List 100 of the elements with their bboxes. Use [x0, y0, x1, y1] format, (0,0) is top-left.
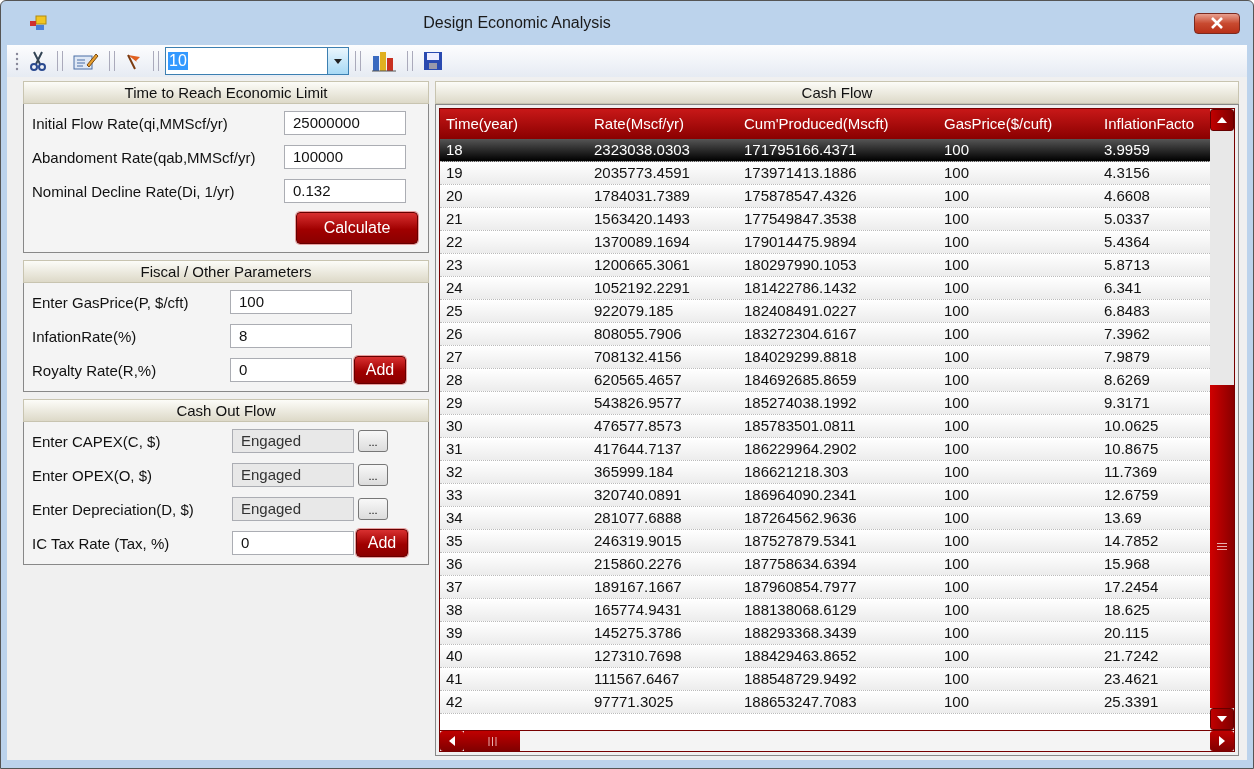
- field-label: Enter Depreciation(D, $): [32, 500, 195, 518]
- table-cell-text: 25.3391: [1103, 692, 1160, 712]
- calculate-button[interactable]: Calculate: [296, 212, 418, 244]
- horizontal-scrollbar[interactable]: [439, 730, 1235, 752]
- input-field[interactable]: 0.132: [284, 179, 406, 203]
- field-label: Enter GasPrice(P, $/cft): [32, 293, 190, 311]
- table-cell-text: 320740.0891: [593, 485, 683, 505]
- table-cell-text: 1052192.2291: [593, 278, 691, 298]
- table-cell-text: 100: [943, 600, 971, 620]
- table-cell-text: 27: [445, 347, 464, 367]
- table-cell-text: 187758634.6394: [743, 554, 858, 574]
- table-cell-text: 177549847.3538: [743, 209, 858, 229]
- close-button[interactable]: [1194, 12, 1240, 34]
- table-cell-text: 9.3171: [1103, 393, 1151, 413]
- section-header: Cash Out Flow: [23, 399, 429, 422]
- table-cell-text: 188429463.8652: [743, 646, 858, 666]
- table-cell-text: 100: [943, 439, 971, 459]
- table-cell-text: 4.3156: [1103, 163, 1151, 183]
- table-cell-text: 187960854.7977: [743, 577, 858, 597]
- table-cell-text: 100: [943, 508, 971, 528]
- table-cell-text: 188548729.9492: [743, 669, 858, 689]
- table-cell-text: 186229964.2902: [743, 439, 858, 459]
- table-row[interactable]: 18 2323038.0303 171795166.4371 100 3.9959: [440, 139, 1210, 162]
- table-cell-text: 22: [445, 232, 464, 252]
- table-cell-text: 127310.7698: [593, 646, 683, 666]
- vertical-scrollbar[interactable]: [1210, 109, 1234, 730]
- table-cell-text: 417644.7137: [593, 439, 683, 459]
- table-cell-text: 922079.185: [593, 301, 675, 321]
- table-cell-text: 100: [943, 347, 971, 367]
- section-header: Time to Reach Economic Limit: [23, 81, 429, 104]
- table-cell-text: 186964090.2341: [743, 485, 858, 505]
- table-cell-text: 100: [943, 623, 971, 643]
- input-field[interactable]: 100000: [284, 145, 406, 169]
- grip-icon: [1217, 542, 1227, 550]
- grip-icon: [487, 736, 497, 746]
- table-cell-text: 180297990.1053: [743, 255, 858, 275]
- field-label: Abandoment Rate(qab,MMScf/yr): [32, 148, 257, 166]
- column-header[interactable]: Cum'Produced(Mscft): [738, 109, 938, 139]
- input-field[interactable]: 100: [230, 290, 352, 314]
- field-label: Enter OPEX(O, $): [32, 466, 154, 484]
- table-cell-text: 10.8675: [1103, 439, 1160, 459]
- table-cell-text: 246319.9015: [593, 531, 683, 551]
- input-field[interactable]: 0: [230, 358, 352, 382]
- table-cell-text: 100: [943, 393, 971, 413]
- table-cell-text: 29: [445, 393, 464, 413]
- table-cell-text: 188138068.6129: [743, 600, 858, 620]
- table-cell-text: 25: [445, 301, 464, 321]
- table-cell-text: 808055.7906: [593, 324, 683, 344]
- table-cell-text: 21.7242: [1103, 646, 1160, 666]
- column-header[interactable]: Time(year): [440, 109, 588, 139]
- table-cell-text: 14.7852: [1103, 531, 1160, 551]
- table-cell-text: 100: [943, 186, 971, 206]
- table-cell-text: 189167.1667: [593, 577, 683, 597]
- table-cell-text: 188653247.7083: [743, 692, 858, 712]
- table-cell-text: 100: [943, 554, 971, 574]
- input-field[interactable]: 0: [232, 531, 354, 555]
- table-cell-text: 20: [445, 186, 464, 206]
- table-cell-text: 10.0625: [1103, 416, 1160, 436]
- scroll-down-icon: [1217, 716, 1227, 722]
- table-cell-text: 100: [943, 577, 971, 597]
- section-header: Fiscal / Other Parameters: [23, 260, 429, 283]
- table-cell-text: 18: [445, 140, 464, 160]
- table-cell-text: 476577.8573: [593, 416, 683, 436]
- table-cell-text: 100: [943, 301, 971, 321]
- table-cell-text: 35: [445, 531, 464, 551]
- field-label: Nominal Decline Rate(Di, 1/yr): [32, 182, 236, 200]
- table-cell-text: 4.6608: [1103, 186, 1151, 206]
- add-button[interactable]: Add: [356, 529, 408, 557]
- column-header[interactable]: InflationFacto: [1098, 109, 1210, 139]
- table-cell-text: 33: [445, 485, 464, 505]
- table-cell-text: 281077.6888: [593, 508, 683, 528]
- table-cell-text: 100: [943, 416, 971, 436]
- table-cell-text: 188293368.3439: [743, 623, 858, 643]
- input-field[interactable]: 8: [230, 324, 352, 348]
- table-cell-text: 6.8483: [1103, 301, 1151, 321]
- table-cell-text: 15.968: [1103, 554, 1151, 574]
- input-field[interactable]: 25000000: [284, 111, 406, 135]
- table-cell-text: 2323038.0303: [593, 140, 691, 160]
- table-cell-text: 100: [943, 209, 971, 229]
- scroll-right-icon: [1219, 736, 1225, 746]
- table-cell-text: 34: [445, 508, 464, 528]
- column-header[interactable]: GasPrice($/cuft): [938, 109, 1098, 139]
- table-cell-text: 171795166.4371: [743, 140, 858, 160]
- table-cell-text: 100: [943, 255, 971, 275]
- table-cell-text: 21: [445, 209, 464, 229]
- table-cell-text: 187264562.9636: [743, 508, 858, 528]
- table-cell-text: 23.4621: [1103, 669, 1160, 689]
- table-cell-text: 100: [943, 531, 971, 551]
- flag-icon: [125, 52, 143, 70]
- section-header: Cash Flow: [435, 81, 1239, 104]
- table-cell-text: 365999.184: [593, 462, 675, 482]
- add-button[interactable]: Add: [354, 356, 406, 384]
- table-cell-text: 17.2454: [1103, 577, 1160, 597]
- table-cell-text: 187527879.5341: [743, 531, 858, 551]
- column-header[interactable]: Rate(Mscf/yr): [588, 109, 738, 139]
- table-cell-text: 100: [943, 163, 971, 183]
- dropdown-caret-icon: [334, 58, 342, 64]
- table-cell-text: 7.3962: [1103, 324, 1151, 344]
- table-cell-text: 1200665.3061: [593, 255, 691, 275]
- close-icon: [1210, 17, 1224, 29]
